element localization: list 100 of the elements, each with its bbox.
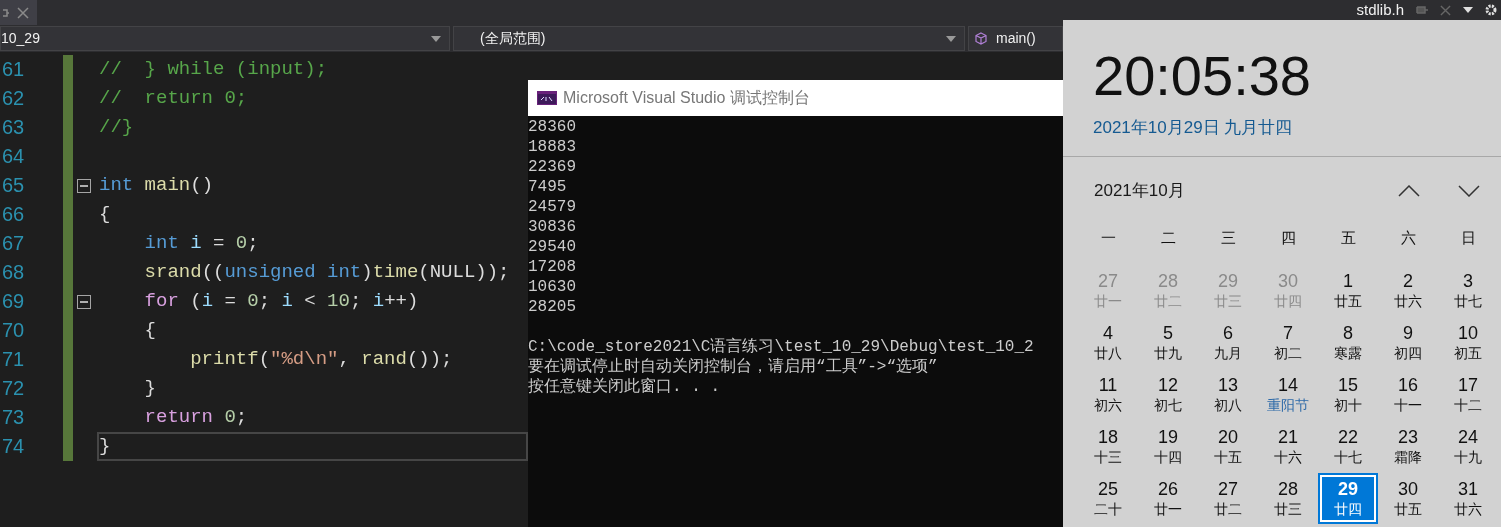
- line-number: 74: [1, 434, 26, 459]
- code-line: // } while (input);: [98, 57, 329, 82]
- chevron-down-icon[interactable]: [1458, 184, 1480, 197]
- weekday-label: 五: [1339, 228, 1357, 249]
- dropdown-value: (全局范围): [480, 29, 546, 48]
- dropdown-icon[interactable]: [1463, 7, 1473, 13]
- weekday-label: 三: [1219, 228, 1237, 249]
- file-tab[interactable]: stdlib.h: [1356, 0, 1404, 20]
- calendar-day[interactable]: 14 重阳节: [1260, 371, 1316, 418]
- code-line: // return 0;: [98, 86, 249, 111]
- calendar-day[interactable]: 24 十九: [1440, 423, 1496, 470]
- clock-time: 20:05:38: [1093, 46, 1312, 106]
- project-dropdown[interactable]: 10_29: [0, 26, 450, 51]
- console-output-line: C:\code_store2021\C语言练习\test_10_29\Debug\test_10_2: [528, 337, 1035, 357]
- calendar-day[interactable]: 13 初八: [1200, 371, 1256, 418]
- weekday-label: 四: [1279, 228, 1297, 249]
- calendar-day[interactable]: 11 初六: [1080, 371, 1136, 418]
- line-number: 67: [1, 231, 26, 256]
- calendar-day[interactable]: 25 二十: [1080, 475, 1136, 522]
- window-title: Microsoft Visual Studio 调试控制台: [563, 88, 810, 108]
- code-line: int main(): [98, 173, 215, 198]
- calendar-day[interactable]: 22 十七: [1320, 423, 1376, 470]
- calendar-day[interactable]: 3 廿七: [1440, 267, 1496, 314]
- close-icon[interactable]: [17, 6, 29, 19]
- line-number: 69: [1, 289, 26, 314]
- line-number: 68: [1, 260, 26, 285]
- calendar-day[interactable]: 1 廿五: [1320, 267, 1376, 314]
- calendar-day[interactable]: 26 廿一: [1140, 475, 1196, 522]
- collapse-icon[interactable]: [77, 294, 91, 309]
- code-line: return 0;: [143, 405, 249, 430]
- console-output-line: 24579: [528, 197, 577, 217]
- console-output-line: 要在调试停止时自动关闭控制台，请启用“工具”->“选项”: [528, 357, 939, 377]
- code-line: //}: [98, 115, 135, 140]
- console-output-line: 18883: [528, 137, 577, 157]
- console-output-line: 28360: [528, 117, 577, 137]
- calendar-day[interactable]: 17 十二: [1440, 371, 1496, 418]
- code-line: srand((unsigned int)time(NULL));: [143, 260, 511, 285]
- calendar-day[interactable]: 6 九月: [1200, 319, 1256, 366]
- chevron-up-icon[interactable]: [1398, 184, 1420, 197]
- calendar-day[interactable]: 23 霜降: [1380, 423, 1436, 470]
- line-number: 64: [1, 144, 26, 169]
- code-line: {: [143, 318, 157, 343]
- console-output-line: 29540: [528, 237, 577, 257]
- calendar-day[interactable]: 4 廿八: [1080, 319, 1136, 366]
- line-number: 63: [1, 115, 26, 140]
- calendar-day[interactable]: 30 廿五: [1380, 475, 1436, 522]
- calendar-day[interactable]: 9 初四: [1380, 319, 1436, 366]
- collapse-icon[interactable]: [77, 178, 91, 193]
- cube-icon: [975, 32, 987, 45]
- caret-icon: [431, 35, 441, 42]
- calendar-day[interactable]: 29 廿四: [1320, 475, 1376, 522]
- calendar-day[interactable]: 2 廿六: [1380, 267, 1436, 314]
- calendar-day[interactable]: 12 初七: [1140, 371, 1196, 418]
- calendar-day[interactable]: 16 十一: [1380, 371, 1436, 418]
- console-output-line: 10630: [528, 277, 577, 297]
- calendar-day[interactable]: 21 十六: [1260, 423, 1316, 470]
- close-icon[interactable]: [1440, 4, 1451, 16]
- member-dropdown[interactable]: main(): [968, 26, 1063, 51]
- code-line: printf("%d\n", rand());: [189, 347, 454, 372]
- editor-tab[interactable]: [0, 0, 37, 25]
- line-number: 61: [1, 57, 26, 82]
- calendar-day[interactable]: 20 十五: [1200, 423, 1256, 470]
- weekday-label: 一: [1099, 228, 1117, 249]
- line-number: 66: [1, 202, 26, 227]
- code-line: int i = 0;: [143, 231, 260, 256]
- weekday-label: 二: [1159, 228, 1177, 249]
- console-output-line: 22369: [528, 157, 577, 177]
- scope-dropdown[interactable]: (全局范围): [453, 26, 965, 51]
- console-output-line: 30836: [528, 217, 577, 237]
- weekday-label: 六: [1399, 228, 1417, 249]
- calendar-day[interactable]: 8 寒露: [1320, 319, 1376, 366]
- line-number: 62: [1, 86, 26, 111]
- calendar-day[interactable]: 27 廿二: [1200, 475, 1256, 522]
- clock-date[interactable]: 2021年10月29日 九月廿四: [1093, 115, 1501, 141]
- month-title[interactable]: 2021年10月: [1094, 177, 1185, 204]
- calendar-day[interactable]: 31 廿六: [1440, 475, 1496, 522]
- line-number: 70: [1, 318, 26, 343]
- code-line: for (i = 0; i < 10; i++): [143, 289, 420, 314]
- weekday-label: 日: [1459, 228, 1477, 249]
- console-output-line: 28205: [528, 297, 577, 317]
- calendar-day[interactable]: 18 十三: [1080, 423, 1136, 470]
- line-number: 65: [1, 173, 26, 198]
- calendar-day[interactable]: 15 初十: [1320, 371, 1376, 418]
- console-output-line: 按任意键关闭此窗口. . .: [528, 377, 721, 397]
- calendar-day[interactable]: 5 廿九: [1140, 319, 1196, 366]
- pin-icon[interactable]: [3, 8, 9, 17]
- console-icon: [537, 91, 557, 105]
- console-output-line: 17208: [528, 257, 577, 277]
- dropdown-value: 10_29: [1, 29, 40, 48]
- calendar-day[interactable]: 28 廿三: [1260, 475, 1316, 522]
- line-number: 73: [1, 405, 26, 430]
- line-number: 72: [1, 376, 26, 401]
- calendar-day[interactable]: 10 初五: [1440, 319, 1496, 366]
- calendar-day[interactable]: 7 初二: [1260, 319, 1316, 366]
- console-output-line: 7495: [528, 177, 568, 197]
- dropdown-value: main(): [996, 29, 1036, 48]
- calendar-day[interactable]: 19 十四: [1140, 423, 1196, 470]
- code-line: {: [98, 202, 112, 227]
- caret-icon: [946, 35, 956, 42]
- settings-icon[interactable]: [1485, 4, 1497, 16]
